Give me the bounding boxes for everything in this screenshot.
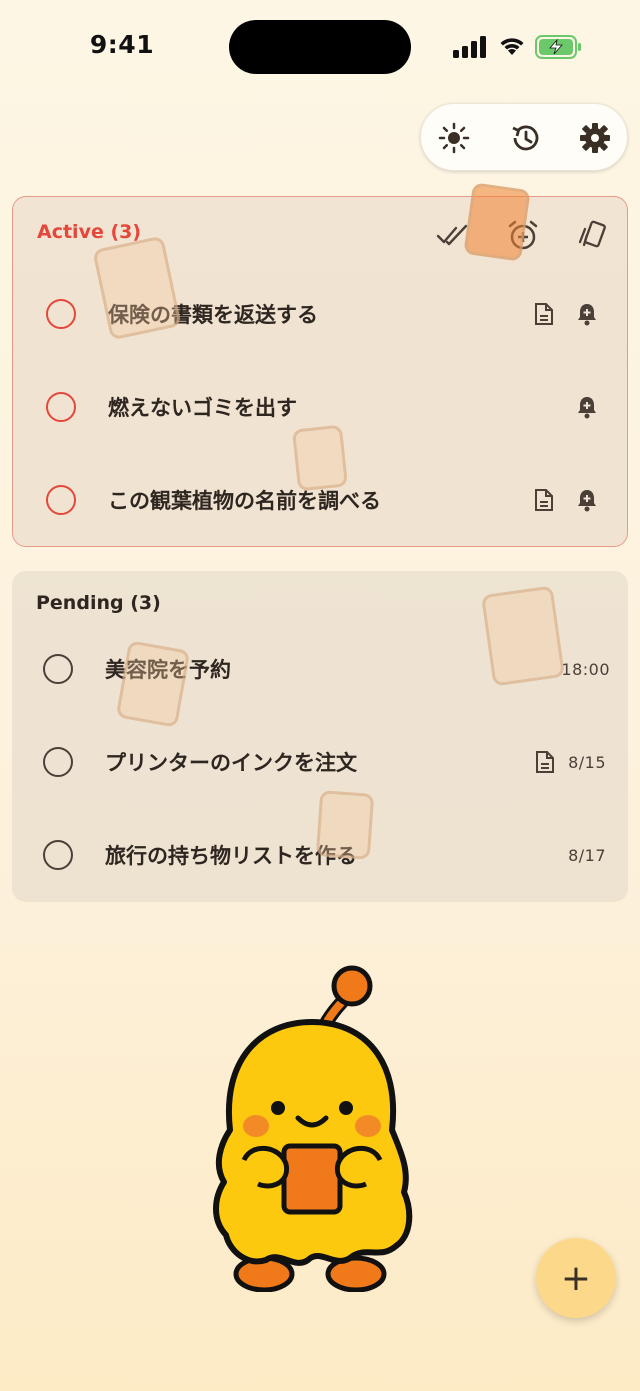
settings-icon: [580, 123, 610, 153]
task-checkbox[interactable]: [43, 654, 73, 684]
dynamic-island: [229, 20, 411, 74]
task-date: 8/17: [568, 845, 606, 865]
task-checkbox[interactable]: [46, 299, 76, 329]
decorative-card: [463, 182, 531, 262]
task-time: 18:00: [561, 659, 610, 679]
task-title: プリンターのインクを注文: [105, 751, 357, 775]
cellular-signal-icon: [453, 36, 486, 58]
add-task-button[interactable]: +: [536, 1238, 616, 1318]
reminder-bell-icon[interactable]: [574, 394, 600, 420]
task-checkbox[interactable]: [46, 392, 76, 422]
history-button[interactable]: [507, 120, 543, 156]
reminder-bell-icon[interactable]: [574, 487, 600, 513]
cards-icon: [578, 220, 606, 248]
decorative-card: [291, 424, 349, 492]
task-checkbox[interactable]: [46, 485, 76, 515]
status-time: 9:41: [89, 30, 155, 59]
note-icon: [532, 749, 558, 775]
decorative-card: [480, 585, 566, 687]
settings-button[interactable]: [577, 120, 613, 156]
history-icon: [512, 125, 539, 151]
mascot-illustration: [213, 965, 413, 1292]
reminder-bell-icon[interactable]: [574, 301, 600, 327]
task-title: 燃えないゴミを出す: [108, 396, 297, 420]
task-title: この観葉植物の名前を調べる: [108, 489, 381, 513]
pending-section-title: Pending (3): [36, 592, 161, 614]
task-date: 8/15: [568, 752, 606, 772]
brightness-button[interactable]: [436, 120, 472, 156]
pending-task-row[interactable]: プリンターのインクを注文 8/15: [12, 732, 628, 792]
decorative-card: [315, 790, 375, 860]
note-icon: [531, 301, 557, 327]
battery-charging-icon: [535, 35, 581, 59]
note-icon: [531, 487, 557, 513]
top-toolbar: [420, 103, 628, 171]
task-checkbox[interactable]: [43, 840, 73, 870]
cards-view-button[interactable]: [574, 217, 610, 253]
task-checkbox[interactable]: [43, 747, 73, 777]
wifi-icon: [500, 38, 524, 55]
active-section-title: Active (3): [37, 221, 142, 243]
brightness-icon: [438, 122, 470, 154]
